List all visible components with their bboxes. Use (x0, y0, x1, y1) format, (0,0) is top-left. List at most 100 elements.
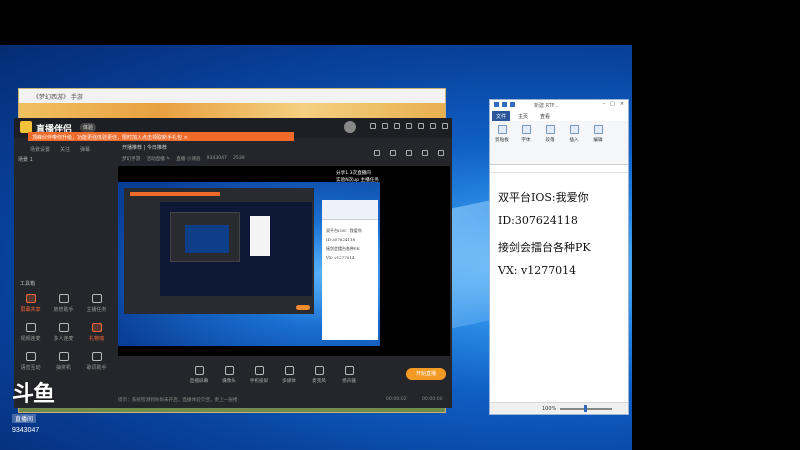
close-icon[interactable]: × (620, 101, 624, 107)
lottery-icon (58, 352, 69, 361)
phone-icon (254, 366, 264, 375)
camera-icon (224, 366, 234, 375)
nested-preview-desktop (185, 225, 229, 253)
undo-icon[interactable] (502, 102, 507, 107)
font-icon (521, 125, 531, 134)
room-activity[interactable]: 活动直播 ✎ (146, 156, 170, 162)
skin-icon[interactable] (382, 123, 388, 129)
control-screen[interactable]: 直播屏幕 (186, 366, 212, 384)
app-status-bar: 提示：系统检测到你尚未开启，直播体验欠佳，更上一层楼 00:00:02 00:0… (118, 394, 452, 406)
control-mic[interactable]: 麦克风 (306, 366, 332, 384)
status-time: 00:00:02 (386, 397, 407, 402)
tool-screen-share[interactable]: 屏幕共享 (14, 294, 47, 313)
bell-icon[interactable] (422, 150, 428, 156)
microphone-icon (314, 366, 324, 375)
room-title[interactable]: 开播推荐 | 今日推荐 (122, 144, 167, 151)
close-icon[interactable] (442, 123, 448, 129)
control-phone-cast[interactable]: 手机投屏 (246, 366, 272, 384)
scene-item[interactable]: 场景 1 (18, 156, 33, 163)
zoom-slider-handle[interactable] (584, 405, 587, 412)
control-speaker[interactable]: 扬声器 (336, 366, 362, 384)
minimize-icon[interactable] (418, 123, 424, 129)
game-window-title: 《梦幻西游》 手游 (19, 89, 445, 103)
wordpad-window[interactable]: 新建 RTF... – □ × 文件 主页 查看 剪贴板 字体 段落 插入 编辑 双… (489, 99, 629, 415)
preview-overlay-text: 分享1.3次直播间 实验N次up 主播任务 (336, 171, 379, 183)
tool-multi-link[interactable]: 多人连麦 (47, 323, 80, 342)
window-controls (370, 123, 448, 129)
menu-item-danmaku[interactable]: 弹幕 (80, 146, 90, 153)
screen-share-icon (25, 294, 36, 303)
version-badge: 体验 (80, 123, 97, 132)
stream-preview[interactable]: 分享1.3次直播间 实验N次up 主播任务 双平台IOS：我爱你 ID:3076… (118, 166, 450, 356)
control-media[interactable]: 多媒体 (276, 366, 302, 384)
menu-item-scene[interactable]: 场景设置 (30, 146, 50, 153)
voice-icon (25, 352, 36, 361)
tool-room-admin[interactable]: 房管助手 (47, 294, 80, 313)
toolbox-grid: 屏幕共享 房管助手 主播任务 视频连麦 多人连麦 礼物墙 语音互动 抽奖机 歌词… (14, 294, 114, 371)
ribbon-font[interactable]: 字体 (516, 125, 536, 143)
media-icon (284, 366, 294, 375)
menu-icon[interactable] (406, 123, 412, 129)
nested-preview (160, 202, 312, 296)
nested-notice (130, 192, 220, 196)
room-category[interactable]: 梦幻手游 (122, 156, 140, 162)
more-icon[interactable] (438, 150, 444, 156)
menu-item-follow[interactable]: 关注 (60, 146, 70, 153)
lock-icon[interactable] (374, 150, 380, 156)
gift-wall-icon (91, 323, 102, 332)
maximize-icon[interactable] (430, 123, 436, 129)
watermark-logo: 斗鱼 (12, 382, 55, 407)
stream-controls: 直播屏幕 摄像头 手机投屏 多媒体 麦克风 扬声器 开始直播 (118, 358, 452, 398)
tool-gift-wall[interactable]: 礼物墙 (80, 323, 113, 342)
maximize-icon[interactable]: □ (610, 101, 615, 107)
toolbox-title: 工具箱 (20, 281, 36, 287)
tool-lyrics[interactable]: 歌词助手 (80, 352, 113, 371)
douyu-watermark: 斗鱼 直播间 9343047 (12, 382, 55, 434)
share-icon[interactable] (390, 150, 396, 156)
tab-view[interactable]: 查看 (536, 111, 554, 121)
wordpad-ribbon: 剪贴板 字体 段落 插入 编辑 (490, 121, 628, 165)
wordpad-ruler (490, 165, 628, 173)
message-icon[interactable] (370, 123, 376, 129)
doc-line: 接剑会擂台各种PK (498, 241, 591, 254)
edit-icon (593, 125, 603, 134)
tool-voice[interactable]: 语音互动 (14, 352, 47, 371)
go-live-button[interactable]: 开始直播 (406, 368, 446, 380)
multi-link-icon (58, 323, 69, 332)
streaming-app-window[interactable]: 直播伴侣 体验 顶峰伙伴带你升级，功能更强体验更佳，限时加入点击领取新手礼包 ×… (14, 118, 452, 408)
preview-notepad-text: 双平台IOS：我爱你 ID:307624118 接剑会擂台各种PK VX: v1… (326, 228, 362, 260)
zoom-level: 100% (542, 406, 557, 412)
paragraph-icon (545, 125, 555, 134)
promo-notice-bar[interactable]: 顶峰伙伴带你升级，功能更强体验更佳，限时加入点击领取新手礼包 × (28, 132, 294, 141)
tab-file[interactable]: 文件 (492, 111, 511, 121)
settings-icon[interactable] (394, 123, 400, 129)
tab-home[interactable]: 主页 (514, 111, 532, 121)
ribbon-clipboard[interactable]: 剪贴板 (492, 125, 512, 143)
tool-lottery[interactable]: 抽奖机 (47, 352, 80, 371)
preview-notepad-ribbon (322, 200, 378, 220)
avatar[interactable] (344, 121, 356, 133)
record-icon[interactable] (406, 150, 412, 156)
tool-tasks[interactable]: 主播任务 (80, 294, 113, 313)
tool-video-link[interactable]: 视频连麦 (14, 323, 47, 342)
control-camera[interactable]: 摄像头 (216, 366, 242, 384)
wordpad-document[interactable]: 双平台IOS:我爱你 ID:307624118 接剑会擂台各种PK VX: v1… (490, 173, 628, 392)
room-meta: 梦幻手游 活动直播 ✎ 直播 小测验 9343047 2539 (122, 156, 245, 162)
redo-icon[interactable] (510, 102, 515, 107)
monitor-icon (194, 366, 204, 375)
tasks-icon (91, 294, 102, 303)
wordpad-titlebar: 新建 RTF... – □ × (490, 100, 628, 111)
preview-notepad: 双平台IOS：我爱你 ID:307624118 接剑会擂台各种PK VX: v1… (322, 200, 378, 340)
wordpad-statusbar: 100% (490, 402, 628, 414)
wordpad-title: 新建 RTF... (534, 103, 559, 109)
watermark-sub: 直播间 (12, 414, 37, 423)
speaker-icon (344, 366, 354, 375)
nested-preview-app (170, 212, 240, 262)
preview-nested-app (124, 188, 314, 314)
wordpad-tabs: 文件 主页 查看 (490, 111, 628, 121)
minimize-icon[interactable]: – (603, 101, 606, 107)
ribbon-paragraph[interactable]: 段落 (540, 125, 560, 143)
ribbon-insert[interactable]: 插入 (564, 125, 584, 143)
save-icon[interactable] (494, 102, 499, 107)
ribbon-edit[interactable]: 编辑 (588, 125, 608, 143)
